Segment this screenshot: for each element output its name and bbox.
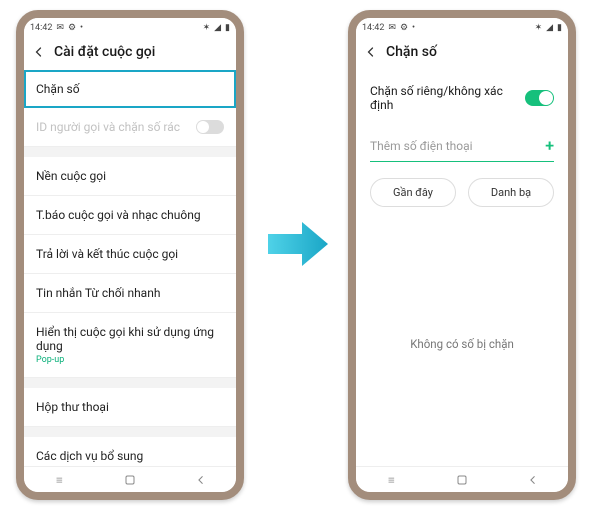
status-icon: ✉ [388, 23, 396, 33]
signal-icon: ◢ [214, 23, 221, 33]
row-label: Chặn số riêng/không xác định [370, 84, 525, 112]
row-quick-decline[interactable]: Tin nhắn Từ chối nhanh [24, 274, 236, 313]
app-header: Cài đặt cuộc gọi [24, 36, 236, 70]
battery-icon: ▮ [557, 23, 562, 33]
row-label: Trả lời và kết thúc cuộc gọi [36, 247, 178, 261]
wifi-icon: ✶ [535, 23, 543, 33]
chip-label: Danh bạ [491, 186, 531, 199]
row-label: Các dịch vụ bổ sung [36, 449, 143, 463]
nav-bar: ≡ [24, 466, 236, 492]
add-phone-input[interactable]: Thêm số điện thoại + [370, 126, 554, 162]
recents-icon[interactable]: ≡ [384, 473, 398, 487]
back-icon[interactable] [32, 46, 46, 58]
nav-back-icon[interactable] [526, 473, 540, 487]
chip-recent[interactable]: Gần đây [370, 178, 456, 207]
page-title: Chặn số [386, 44, 437, 60]
settings-list: Chặn số ID người gọi và chặn số rác Nền … [24, 70, 236, 466]
section-gap [24, 427, 236, 437]
status-time: 14:42 [30, 23, 52, 33]
status-icon: ⚙ [68, 23, 76, 33]
app-header: Chặn số [356, 36, 568, 70]
row-label: Tin nhắn Từ chối nhanh [36, 286, 160, 300]
status-icon: ⚙ [400, 23, 408, 33]
page-title: Cài đặt cuộc gọi [54, 44, 155, 60]
phone-frame-left: 14:42 ✉ ⚙ • ✶ ◢ ▮ Cài đặt cuộc gọi Chặn … [16, 10, 244, 500]
nav-back-icon[interactable] [194, 473, 208, 487]
battery-icon: ▮ [225, 23, 230, 33]
section-gap [24, 378, 236, 388]
empty-text: Không có số bị chặn [410, 337, 514, 351]
home-icon[interactable] [455, 473, 469, 487]
status-bar: 14:42 ✉ ⚙ • ✶ ◢ ▮ [24, 18, 236, 36]
empty-state: Không có số bị chặn [356, 337, 568, 351]
status-icon: ✉ [56, 23, 64, 33]
home-icon[interactable] [123, 473, 137, 487]
row-caller-id-spam: ID người gọi và chặn số rác [24, 108, 236, 147]
plus-icon[interactable]: + [545, 136, 554, 155]
chip-contacts[interactable]: Danh bạ [468, 178, 554, 207]
row-label: Nền cuộc gọi [36, 169, 106, 183]
row-block-unknown[interactable]: Chặn số riêng/không xác định [356, 70, 568, 126]
row-alerts-ringtone[interactable]: T.báo cuộc gọi và nhạc chuông [24, 196, 236, 235]
nav-bar: ≡ [356, 466, 568, 492]
row-answer-end[interactable]: Trả lời và kết thúc cuộc gọi [24, 235, 236, 274]
row-label: ID người gọi và chặn số rác [36, 120, 180, 134]
row-label: T.báo cuộc gọi và nhạc chuông [36, 208, 201, 222]
row-call-background[interactable]: Nền cuộc gọi [24, 157, 236, 196]
arrow-icon [266, 216, 330, 272]
phone-frame-right: 14:42 ✉ ⚙ • ✶ ◢ ▮ Chặn số Chặn số riêng/… [348, 10, 576, 500]
recents-icon[interactable]: ≡ [52, 473, 66, 487]
toggle-icon [196, 120, 224, 134]
signal-icon: ◢ [546, 23, 553, 33]
status-icon: • [412, 23, 415, 33]
status-bar: 14:42 ✉ ⚙ • ✶ ◢ ▮ [356, 18, 568, 36]
row-label: Hiển thị cuộc gọi khi sử dụng ứng dụng P… [36, 325, 224, 365]
row-label: Hộp thư thoại [36, 400, 109, 414]
back-icon[interactable] [364, 46, 378, 58]
row-show-while-app[interactable]: Hiển thị cuộc gọi khi sử dụng ứng dụng P… [24, 313, 236, 378]
toggle-on-icon[interactable] [525, 90, 554, 106]
row-supplementary[interactable]: Các dịch vụ bổ sung [24, 437, 236, 466]
row-block-numbers[interactable]: Chặn số [24, 70, 236, 108]
status-time: 14:42 [362, 23, 384, 33]
spacer [356, 351, 568, 466]
input-placeholder: Thêm số điện thoại [370, 139, 473, 153]
status-icon: • [80, 23, 83, 33]
wifi-icon: ✶ [203, 23, 211, 33]
row-label: Chặn số [36, 82, 80, 96]
chip-label: Gần đây [393, 186, 433, 199]
row-sublabel: Pop-up [36, 355, 224, 365]
source-chips: Gần đây Danh bạ [356, 178, 568, 207]
row-voicemail[interactable]: Hộp thư thoại [24, 388, 236, 427]
section-gap [24, 147, 236, 157]
